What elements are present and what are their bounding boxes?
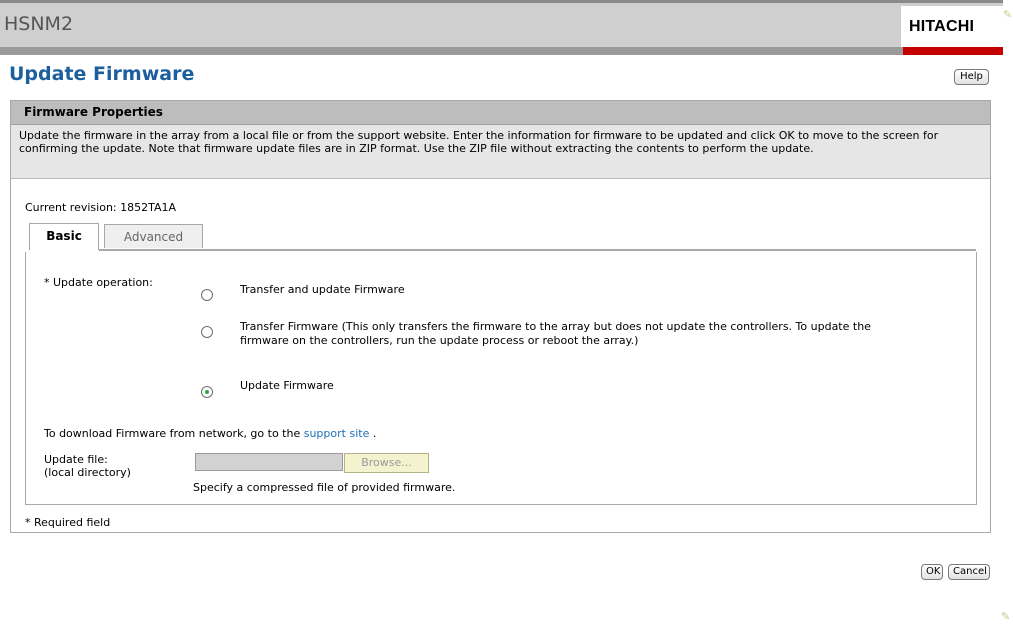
browse-button[interactable]: Browse... — [344, 453, 429, 473]
current-revision-value: 1852TA1A — [120, 201, 177, 214]
update-file-input[interactable] — [195, 453, 343, 471]
panel-header: Firmware Properties — [11, 101, 990, 125]
support-site-link[interactable]: support site — [304, 427, 370, 440]
update-file-hint: Specify a compressed file of provided fi… — [193, 481, 456, 494]
option-transfer-only-label: Transfer Firmware (This only transfers t… — [240, 320, 871, 347]
brand-logo: HITACHI — [901, 6, 1003, 48]
option-update-firmware-label: Update Firmware — [240, 379, 334, 392]
header-bar: HSNM2 HITACHI — [0, 0, 1003, 48]
header-accent-stripe — [903, 47, 1003, 55]
panel-description: Update the firmware in the array from a … — [11, 125, 990, 179]
option-transfer-and-update-label: Transfer and update Firmware — [240, 283, 405, 296]
tab-divider — [99, 249, 976, 251]
radio-transfer-and-update[interactable] — [201, 289, 213, 301]
tab-basic[interactable]: Basic — [29, 223, 99, 250]
firmware-properties-panel: Firmware Properties Update the firmware … — [10, 100, 991, 533]
update-file-label-line2: (local directory) — [44, 466, 131, 479]
current-revision: Current revision: 1852TA1A — [25, 201, 176, 214]
radio-update-firmware[interactable] — [201, 386, 213, 398]
app-title: HSNM2 — [4, 13, 74, 35]
update-operation-label: * Update operation: — [44, 276, 153, 289]
download-text: To download Firmware from network, go to… — [44, 427, 301, 440]
header-stripe — [0, 47, 903, 55]
tab-advanced[interactable]: Advanced — [104, 224, 203, 248]
panel-title: Firmware Properties — [24, 105, 163, 119]
page-title: Update Firmware — [9, 63, 195, 85]
download-row: To download Firmware from network, go to… — [44, 427, 376, 440]
ok-button[interactable]: OK — [921, 564, 943, 580]
required-field-note: * Required field — [25, 516, 111, 529]
edit-icon-bottom[interactable]: ✎ — [1001, 610, 1010, 623]
update-file-label: Update file: (local directory) — [44, 453, 131, 479]
download-suffix: . — [369, 427, 377, 440]
radio-transfer-only[interactable] — [201, 326, 213, 338]
cancel-button[interactable]: Cancel — [948, 564, 990, 580]
brand-logo-text: HITACHI — [909, 18, 975, 35]
update-file-label-line1: Update file: — [44, 453, 108, 466]
help-button[interactable]: Help — [954, 69, 989, 85]
edit-icon[interactable]: ✎ — [1003, 8, 1012, 21]
current-revision-label: Current revision: — [25, 201, 117, 214]
